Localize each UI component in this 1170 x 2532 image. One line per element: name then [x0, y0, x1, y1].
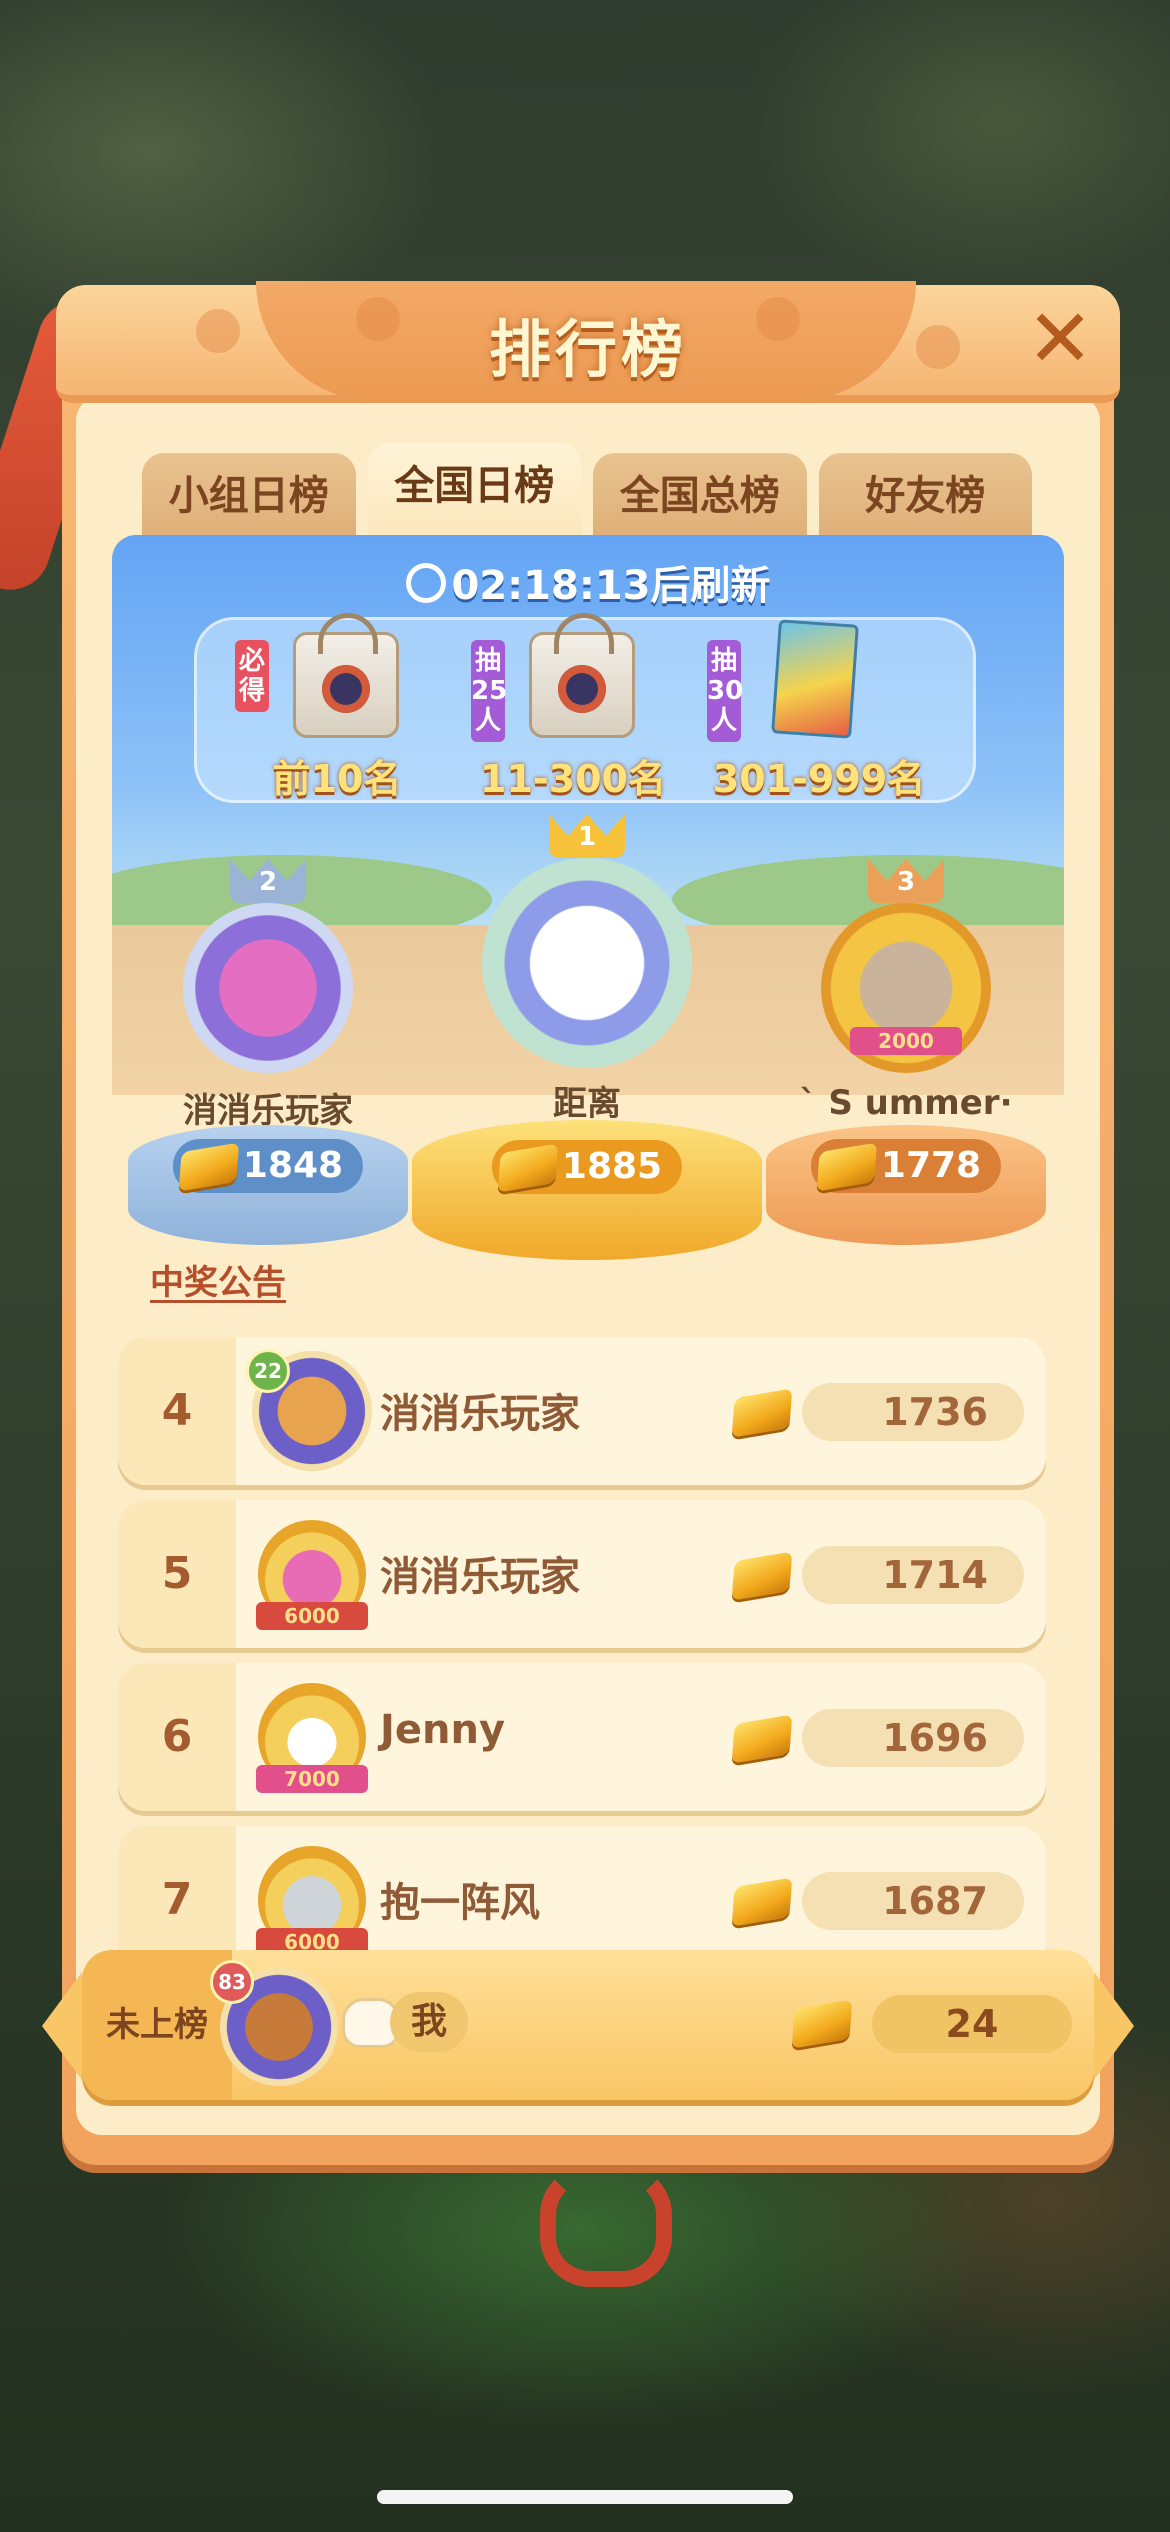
podium-rank-2[interactable]: 2 消消乐玩家 1848 — [128, 845, 408, 1245]
gold-bar-icon — [731, 1714, 793, 1764]
list-item[interactable]: 6 7000 Jenny 1696 — [118, 1663, 1046, 1811]
gold-bar-icon — [497, 1143, 559, 1193]
prize-tag: 必得 — [235, 640, 269, 712]
score-pill: 1885 — [491, 1140, 683, 1194]
gold-bar-icon — [816, 1142, 878, 1192]
clock-icon — [405, 563, 446, 603]
tab-national-daily[interactable]: 全国日榜 — [367, 443, 581, 543]
avatar: 6000 — [252, 1514, 372, 1634]
avatar — [482, 858, 692, 1068]
ribbon-decoration — [540, 2165, 672, 2287]
prize-tag: 抽30人 — [707, 640, 743, 742]
gift-bag-icon — [529, 613, 635, 738]
avatar: 6000 — [252, 1840, 372, 1960]
gold-bar-icon — [731, 1388, 793, 1438]
my-score: 24 — [872, 1995, 1072, 2053]
level-badge: 83 — [210, 1960, 254, 2004]
list-item[interactable]: 5 6000 消消乐玩家 1714 — [118, 1500, 1046, 1648]
score-pill: 1778 — [810, 1139, 1002, 1193]
frame-badge: 6000 — [256, 1602, 368, 1630]
prize-301-999[interactable]: 抽30人 301-999名 — [699, 619, 925, 801]
tab-friends[interactable]: 好友榜 — [818, 453, 1032, 543]
close-icon[interactable]: ✕ — [1020, 299, 1100, 379]
gift-bag-icon — [293, 613, 399, 738]
prize-11-300[interactable]: 抽25人 11-300名 — [463, 613, 683, 801]
crown-icon: 2 — [230, 845, 306, 905]
score-pill: 1848 — [172, 1139, 364, 1193]
crown-icon: 3 — [868, 845, 944, 905]
gold-bar-icon — [731, 1877, 793, 1927]
avatar: 7000 — [252, 1677, 372, 1797]
tab-national-total[interactable]: 全国总榜 — [593, 453, 807, 543]
prize-top10[interactable]: 必得 前10名 — [227, 613, 447, 801]
tab-bar: 小组日榜 全国日榜 全国总榜 好友榜 — [142, 443, 1032, 543]
my-rank-row[interactable]: 未上榜 83 我 24 — [42, 1950, 1134, 2100]
prize-tag: 抽25人 — [471, 640, 507, 742]
tab-group-daily[interactable]: 小组日榜 — [142, 453, 356, 543]
list-item[interactable]: 4 22 消消乐玩家 1736 — [118, 1337, 1046, 1485]
prize-announcement-link[interactable]: 中奖公告 — [150, 1255, 286, 1304]
crown-icon: 1 — [549, 800, 625, 860]
gold-bar-icon — [731, 1551, 793, 1601]
podium-rank-3[interactable]: 3 2000 ˋ S ummer· 1778 — [766, 845, 1046, 1245]
book-icon — [771, 619, 859, 739]
avatar — [183, 903, 353, 1073]
my-rank-label: 未上榜 — [82, 1950, 232, 2100]
frame-badge: 2000 — [850, 1027, 962, 1055]
panel-header: 排行榜 ✕ — [56, 281, 1120, 403]
podium-rank-1[interactable]: 1 距离 1885 — [412, 800, 762, 1260]
leaderboard-panel: 排行榜 ✕ 小组日榜 全国日榜 全国总榜 好友榜 02:18:13后刷新 必得 … — [0, 281, 1134, 2287]
prize-box: 必得 前10名 抽25人 11-300名 抽30人 301-999名 — [194, 613, 976, 803]
home-indicator[interactable] — [377, 2490, 793, 2504]
gold-bar-icon — [178, 1142, 240, 1192]
frame-badge: 7000 — [256, 1765, 368, 1793]
my-name: 我 — [390, 1992, 468, 2052]
level-badge: 22 — [246, 1349, 290, 1393]
panel-title: 排行榜 — [488, 313, 687, 386]
refresh-timer: 02:18:13后刷新 — [112, 553, 1064, 611]
